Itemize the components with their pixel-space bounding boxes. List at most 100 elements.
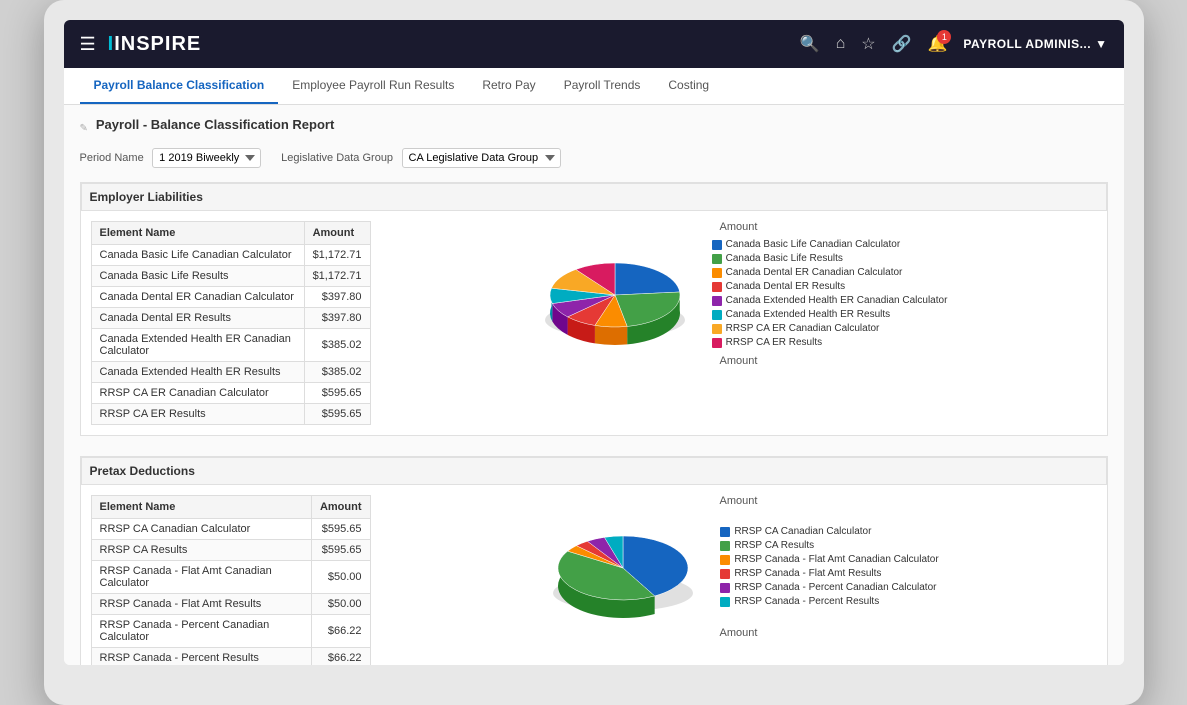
legend-item: RRSP CA Results	[720, 540, 938, 551]
table-row: Canada Extended Health ER Results$385.02	[91, 362, 370, 383]
filters-row: Period Name 1 2019 Biweekly Legislative …	[80, 148, 1108, 168]
legend-color-swatch	[712, 254, 722, 264]
tab-employee-payroll[interactable]: Employee Payroll Run Results	[278, 68, 468, 104]
table-row: Canada Basic Life Canadian Calculator$1,…	[91, 245, 370, 266]
legend-label: RRSP Canada - Percent Results	[734, 596, 879, 607]
employer-chart-title: Amount	[720, 221, 758, 233]
nav-icons: 🔍 ⌂ ☆ 🔗 🔔 1 PAYROLL ADMINIS... ▼	[800, 34, 1108, 54]
col-element-name-1: Element Name	[91, 222, 304, 245]
tab-payroll-trends[interactable]: Payroll Trends	[550, 68, 655, 104]
element-name-cell: RRSP Canada - Percent Results	[91, 648, 311, 666]
share-icon[interactable]: 🔗	[892, 34, 912, 54]
employer-pie-legend: Canada Basic Life Canadian Calculator Can…	[530, 239, 948, 351]
element-name-cell: RRSP Canada - Percent Canadian Calculato…	[91, 615, 311, 648]
bell-icon[interactable]: 🔔 1	[928, 34, 948, 54]
laptop-frame: ☰ iINSPIRE 🔍 ⌂ ☆ 🔗 🔔 1 PAYROLL ADMINIS..…	[44, 0, 1144, 705]
employer-liabilities-header: Employer Liabilities	[81, 183, 1107, 211]
employer-pie-chart	[530, 240, 700, 350]
amount-cell: $397.80	[304, 287, 370, 308]
element-name-cell: Canada Dental ER Results	[91, 308, 304, 329]
legend-color-swatch	[712, 268, 722, 278]
legend-item: RRSP Canada - Percent Canadian Calculato…	[720, 582, 938, 593]
legend-label: RRSP Canada - Flat Amt Results	[734, 568, 881, 579]
legend-item: RRSP CA ER Canadian Calculator	[712, 323, 948, 334]
element-name-cell: RRSP CA ER Results	[91, 404, 304, 425]
leg-data-label: Legislative Data Group	[281, 152, 393, 164]
legend-label: RRSP Canada - Percent Canadian Calculato…	[734, 582, 936, 593]
legend-color-swatch	[712, 240, 722, 250]
element-name-cell: Canada Extended Health ER Results	[91, 362, 304, 383]
pretax-table: Element Name Amount RRSP CA Canadian Cal…	[91, 495, 371, 665]
col-element-name-2: Element Name	[91, 496, 311, 519]
legend-color-swatch	[712, 310, 722, 320]
legend-item: Canada Dental ER Results	[712, 281, 948, 292]
legend-label: RRSP CA Canadian Calculator	[734, 526, 871, 537]
app-logo: iINSPIRE	[108, 33, 800, 56]
search-icon[interactable]: 🔍	[800, 34, 820, 54]
table-row: RRSP CA ER Canadian Calculator$595.65	[91, 383, 370, 404]
table-row: Canada Extended Health ER Canadian Calcu…	[91, 329, 370, 362]
legend-color-swatch	[720, 597, 730, 607]
pretax-pie-legend: RRSP CA Canadian Calculator RRSP CA Resul…	[538, 513, 938, 623]
amount-cell: $50.00	[311, 594, 370, 615]
employer-table: Element Name Amount Canada Basic Life Ca…	[91, 221, 371, 425]
tab-retro-pay[interactable]: Retro Pay	[468, 68, 549, 104]
col-amount-2: Amount	[311, 496, 370, 519]
star-icon[interactable]: ☆	[861, 34, 875, 54]
leg-data-select[interactable]: CA Legislative Data Group	[402, 148, 561, 168]
bell-badge: 1	[937, 30, 951, 44]
tab-costing[interactable]: Costing	[654, 68, 723, 104]
legend-item: RRSP Canada - Flat Amt Results	[720, 568, 938, 579]
period-label: Period Name	[80, 152, 144, 164]
element-name-cell: RRSP CA Results	[91, 540, 311, 561]
amount-cell: $1,172.71	[304, 266, 370, 287]
employer-liabilities-content: Element Name Amount Canada Basic Life Ca…	[81, 211, 1107, 435]
element-name-cell: RRSP CA Canadian Calculator	[91, 519, 311, 540]
content-area: ✎ Payroll - Balance Classification Repor…	[64, 105, 1124, 665]
tab-payroll-balance[interactable]: Payroll Balance Classification	[80, 68, 279, 104]
pretax-chart-title: Amount	[720, 495, 758, 507]
hamburger-icon[interactable]: ☰	[80, 34, 96, 55]
table-row: RRSP CA Results$595.65	[91, 540, 370, 561]
legend-color-swatch	[720, 541, 730, 551]
legend-label: Canada Dental ER Results	[726, 281, 846, 292]
amount-cell: $595.65	[311, 519, 370, 540]
amount-cell: $595.65	[311, 540, 370, 561]
amount-cell: $66.22	[311, 615, 370, 648]
amount-cell: $50.00	[311, 561, 370, 594]
pretax-legend: RRSP CA Canadian Calculator RRSP CA Resul…	[720, 526, 938, 610]
table-row: Canada Dental ER Results$397.80	[91, 308, 370, 329]
legend-item: Canada Basic Life Results	[712, 253, 948, 264]
legend-label: RRSP CA Results	[734, 540, 814, 551]
legend-color-swatch	[712, 338, 722, 348]
legend-item: RRSP CA ER Results	[712, 337, 948, 348]
table-row: RRSP Canada - Flat Amt Canadian Calculat…	[91, 561, 370, 594]
table-row: Canada Basic Life Results$1,172.71	[91, 266, 370, 287]
employer-amount-label: Amount	[720, 355, 758, 367]
col-amount-1: Amount	[304, 222, 370, 245]
user-menu[interactable]: PAYROLL ADMINIS... ▼	[963, 37, 1107, 51]
home-icon[interactable]: ⌂	[836, 35, 846, 53]
employer-chart-area: Amount Canada Basic Life Canadian Calcul…	[381, 221, 1097, 367]
amount-cell: $595.65	[304, 404, 370, 425]
period-select[interactable]: 1 2019 Biweekly	[152, 148, 261, 168]
element-name-cell: Canada Basic Life Canadian Calculator	[91, 245, 304, 266]
amount-cell: $385.02	[304, 329, 370, 362]
employer-liabilities-section: Employer Liabilities Element Name Amount	[80, 182, 1108, 436]
table-row: RRSP Canada - Percent Results$66.22	[91, 648, 370, 666]
element-name-cell: Canada Dental ER Canadian Calculator	[91, 287, 304, 308]
table-row: RRSP Canada - Flat Amt Results$50.00	[91, 594, 370, 615]
legend-label: Canada Dental ER Canadian Calculator	[726, 267, 903, 278]
amount-cell: $385.02	[304, 362, 370, 383]
legend-item: Canada Dental ER Canadian Calculator	[712, 267, 948, 278]
legend-color-swatch	[712, 282, 722, 292]
pretax-deductions-content: Element Name Amount RRSP CA Canadian Cal…	[81, 485, 1107, 665]
legend-color-swatch	[720, 527, 730, 537]
legend-color-swatch	[720, 583, 730, 593]
legend-item: Canada Basic Life Canadian Calculator	[712, 239, 948, 250]
amount-cell: $1,172.71	[304, 245, 370, 266]
legend-color-swatch	[712, 296, 722, 306]
leg-data-filter: Legislative Data Group CA Legislative Da…	[281, 148, 560, 168]
amount-cell: $66.22	[311, 648, 370, 666]
table-row: RRSP CA ER Results$595.65	[91, 404, 370, 425]
